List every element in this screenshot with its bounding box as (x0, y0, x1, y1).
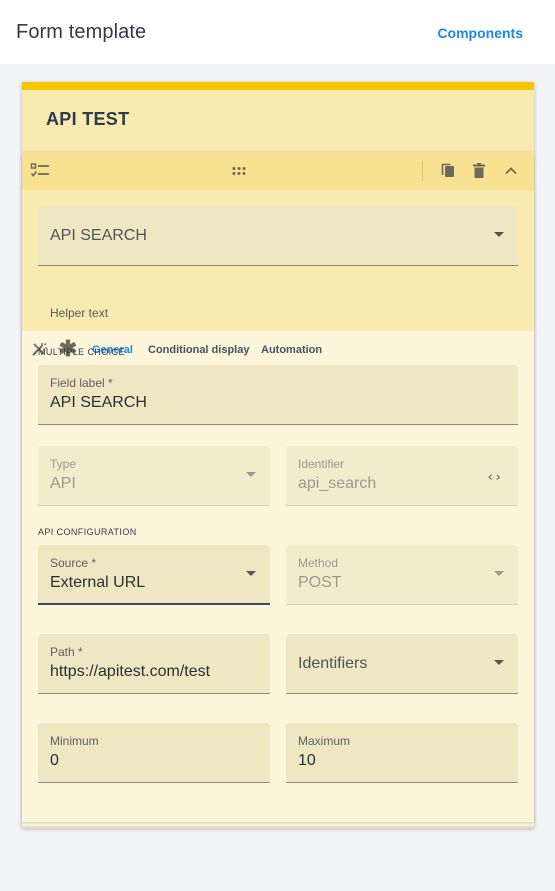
maximum-input[interactable]: Maximum 10 (286, 723, 518, 783)
minimum-input[interactable]: Minimum 0 (38, 723, 270, 783)
components-link[interactable]: Components (437, 25, 523, 41)
page-title: Form template (16, 21, 147, 43)
method-select[interactable]: Method POST (286, 545, 518, 605)
section-caption-api-configuration: API CONFIGURATION (38, 527, 137, 537)
code-icon[interactable]: ‹› (486, 470, 502, 485)
identifiers-placeholder: Identifiers (298, 655, 368, 672)
path-input[interactable]: Path * https://apitest.com/test (38, 634, 270, 694)
question-header: API SEARCH Helper text ✱ General Conditi… (22, 190, 534, 368)
source-value: External URL (50, 574, 146, 591)
card-header[interactable]: API TEST (22, 90, 534, 152)
drag-handle-icon[interactable] (229, 161, 249, 181)
chevron-down-icon (494, 232, 504, 237)
method-label: Method (298, 556, 339, 570)
path-label: Path * (50, 645, 83, 659)
source-label: Source * (50, 556, 97, 570)
source-select[interactable]: Source * External URL (38, 545, 270, 605)
top-bar: Form template Components (0, 0, 555, 64)
section-caption-multiple-choice: MULTIPLE CHOICE (38, 347, 125, 357)
card-bottom-edge (22, 826, 534, 828)
toolbar-divider (422, 161, 423, 181)
maximum-label: Maximum (298, 734, 351, 748)
method-value: POST (298, 574, 342, 591)
field-label-input[interactable]: Field label * API SEARCH (38, 365, 518, 425)
minimum-label: Minimum (50, 734, 99, 748)
field-label-label: Field label * (50, 376, 113, 390)
path-value: https://apitest.com/test (50, 663, 211, 680)
chevron-up-icon[interactable] (501, 161, 521, 181)
type-value: API (50, 475, 76, 492)
helper-text: Helper text (50, 306, 109, 320)
type-select[interactable]: Type API (38, 446, 270, 506)
delete-icon[interactable] (469, 161, 489, 181)
identifier-value: api_search (298, 475, 377, 492)
form-title[interactable]: API TEST (46, 109, 129, 130)
identifier-label: Identifier (298, 457, 345, 471)
question-block: API SEARCH Helper text ✱ General Conditi… (22, 152, 534, 822)
minimum-value: 0 (50, 752, 59, 769)
tab-conditional-display[interactable]: Conditional display (148, 344, 249, 356)
field-label-value: API SEARCH (50, 394, 147, 411)
chevron-down-icon (246, 472, 256, 477)
question-toolbar (22, 152, 534, 190)
identifier-input[interactable]: Identifier api_search ‹› (286, 446, 518, 506)
chevron-down-icon (494, 571, 504, 576)
card-accent-bar (22, 82, 534, 90)
chevron-down-icon (494, 660, 504, 665)
form-card: API TEST API SEARCH Helper text ✱ Genera… (22, 82, 534, 828)
maximum-value: 10 (298, 752, 316, 769)
identifiers-select[interactable]: Identifiers (286, 634, 518, 694)
question-title-select[interactable]: API SEARCH (38, 206, 518, 266)
copy-icon[interactable] (438, 161, 458, 181)
chevron-down-icon (246, 571, 256, 576)
type-label: Type (50, 457, 77, 471)
checklist-icon (30, 161, 50, 181)
question-title-value: API SEARCH (50, 227, 147, 244)
tab-automation[interactable]: Automation (261, 344, 322, 356)
